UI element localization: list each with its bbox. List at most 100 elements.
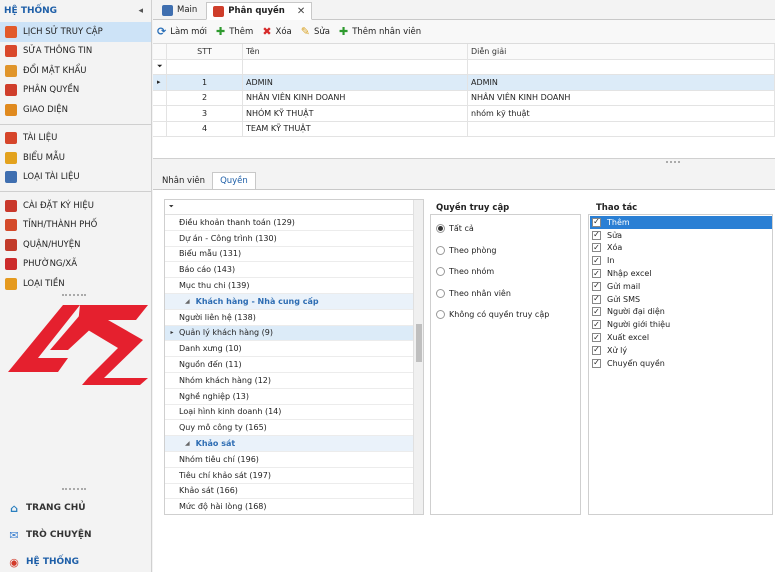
radio-icon[interactable] — [436, 245, 445, 255]
action-checkbox-row[interactable]: ✓ Người đại diện — [590, 306, 772, 319]
list-item[interactable]: ▸ Quản lý khách hàng (9) — [165, 325, 415, 342]
action-checkbox-row[interactable]: ✓ Nhập excel — [590, 267, 772, 280]
list-item[interactable]: Danh xưng (10) — [165, 341, 415, 358]
checkbox-icon[interactable]: ✓ — [592, 230, 601, 240]
action-checkbox-row[interactable]: ✓ Sửa — [590, 229, 772, 242]
list-item[interactable]: Dự án - Công trình (130) — [165, 231, 415, 247]
checkbox-icon[interactable]: ✓ — [592, 243, 601, 253]
checkbox-icon[interactable]: ✓ — [592, 256, 601, 266]
collapse-icon[interactable]: ◂ — [138, 6, 143, 16]
list-item[interactable]: Khảo sát (166) — [165, 484, 415, 500]
sidebar-item[interactable]: SỬA THÔNG TIN — [0, 42, 151, 62]
tree-filter-row[interactable]: ⏷ — [165, 200, 415, 215]
tree-item-label: Loại hình kinh doanh (14) — [179, 407, 282, 417]
access-radio-option[interactable]: Không có quyền truy cập — [436, 310, 549, 319]
access-radio-option[interactable]: Theo nhân viên — [436, 288, 511, 298]
list-item[interactable]: Nghề nghiệp (13) — [165, 389, 415, 405]
filter-cell[interactable] — [243, 59, 468, 75]
list-item[interactable]: Báo cáo (143) — [165, 262, 415, 279]
sidebar-item[interactable]: LOẠI TÀI LIỆU — [0, 168, 151, 188]
access-radio-option[interactable]: Theo phòng — [436, 245, 497, 255]
sidebar-item[interactable]: TÀI LIỆU — [0, 129, 151, 149]
splitter-handle-bottom[interactable] — [62, 488, 86, 492]
action-checkbox-row[interactable]: ✓ Xóa — [590, 242, 772, 255]
close-icon[interactable]: ✕ — [297, 6, 305, 17]
sidebar-item[interactable]: QUẬN/HUYỆN — [0, 235, 151, 255]
sidebar-item[interactable]: PHƯỜNG/XÃ — [0, 255, 151, 275]
access-radio-option[interactable]: Tất cả — [436, 224, 474, 233]
action-checkbox-row[interactable]: ✓ Xử lý — [590, 344, 772, 357]
nav-trang-chu[interactable]: ⌂ TRANG CHỦ — [0, 496, 152, 520]
edit-button[interactable]: ✎ Sửa — [301, 25, 330, 38]
nav-tro-chuyen[interactable]: ✉ TRÒ CHUYỆN — [0, 523, 152, 547]
column-header-dien-giai[interactable]: Diễn giải — [468, 44, 775, 60]
table-row[interactable]: 3 NHÓM KỸ THUẬT nhóm kỹ thuật — [153, 106, 775, 122]
tree-scrollbar[interactable] — [413, 200, 423, 514]
table-row[interactable]: ▸ 1 ADMIN ADMIN — [153, 75, 775, 91]
list-item[interactable]: Nhóm khách hàng (12) — [165, 373, 415, 389]
radio-icon[interactable] — [436, 288, 445, 298]
chat-icon: ✉ — [9, 528, 19, 542]
checkbox-icon[interactable]: ✓ — [592, 320, 601, 330]
access-radio-option[interactable]: Theo nhóm — [436, 267, 494, 276]
refresh-button[interactable]: ⟳ Làm mới — [157, 25, 207, 38]
list-item[interactable]: Loại hình kinh doanh (14) — [165, 405, 415, 421]
checkbox-icon[interactable]: ✓ — [592, 307, 601, 317]
checkbox-icon[interactable]: ✓ — [592, 269, 601, 279]
scroll-thumb[interactable] — [416, 324, 422, 362]
radio-icon[interactable] — [436, 224, 445, 233]
sidebar-item[interactable]: BIỂU MẪU — [0, 148, 151, 168]
list-item[interactable]: Nguồn đến (11) — [165, 357, 415, 373]
list-item[interactable]: Điều khoản thanh toán (129) — [165, 215, 415, 231]
action-checkbox-row[interactable]: ✓ Chuyển quyền — [590, 357, 772, 370]
column-header-ten[interactable]: Tên — [243, 44, 468, 60]
action-checkbox-row[interactable]: ✓ Gửi SMS — [590, 293, 772, 306]
checkbox-icon[interactable]: ✓ — [592, 294, 601, 304]
action-checkbox-row[interactable]: ✓ Gửi mail — [590, 280, 772, 293]
checkbox-icon[interactable]: ✓ — [592, 217, 601, 227]
table-row[interactable]: 2 NHÂN VIÊN KINH DOANH NHÂN VIÊN KINH DOAN… — [153, 90, 775, 106]
list-item[interactable]: Nhóm tiêu chí (196) — [165, 452, 415, 468]
sidebar-item[interactable]: CÀI ĐẶT KÝ HIỆU — [0, 196, 151, 216]
sidebar-item[interactable]: LỊCH SỬ TRUY CẬP — [0, 22, 151, 42]
filter-cell[interactable] — [167, 59, 243, 75]
add-button[interactable]: ✚ Thêm — [216, 25, 253, 38]
list-item[interactable]: Quy mô công ty (165) — [165, 420, 415, 437]
list-item[interactable]: Mục thu chi (139) — [165, 278, 415, 294]
sidebar-item[interactable]: LOẠI TIỀN — [0, 274, 151, 294]
splitter-handle[interactable] — [666, 161, 680, 165]
menu-icon — [5, 64, 17, 77]
column-header-stt[interactable]: STT — [167, 44, 243, 60]
radio-icon[interactable] — [436, 310, 445, 319]
list-item[interactable]: Biểu mẫu (131) — [165, 247, 415, 263]
action-checkbox-row[interactable]: ✓ Người giới thiệu — [590, 318, 772, 331]
tab-main[interactable]: Main — [155, 1, 204, 19]
sidebar-item[interactable]: TỈNH/THÀNH PHỐ — [0, 216, 151, 236]
sidebar-item[interactable]: ĐỔI MẬT KHẨU — [0, 61, 151, 81]
add-employee-button[interactable]: ✚ Thêm nhân viên — [339, 25, 421, 38]
action-checkbox-row[interactable]: ✓ Xuất excel — [590, 331, 772, 344]
sidebar-item[interactable]: GIAO DIỆN — [0, 100, 151, 120]
sidebar-item[interactable]: PHÂN QUYỀN — [0, 81, 151, 101]
tree-group-row[interactable]: ◢ Khảo sát — [165, 436, 415, 452]
action-checkbox-row[interactable]: ✓ In — [590, 254, 772, 267]
radio-icon[interactable] — [436, 267, 445, 276]
delete-button[interactable]: ✖ Xóa — [262, 25, 291, 38]
filter-cell[interactable] — [468, 59, 775, 75]
checkbox-icon[interactable]: ✓ — [592, 333, 601, 343]
tree-group-row[interactable]: ◢ Khách hàng - Nhà cung cấp — [165, 294, 415, 310]
action-checkbox-row[interactable]: ✓ Thêm — [590, 216, 772, 229]
list-item[interactable]: Tiêu chí khảo sát (197) — [165, 468, 415, 484]
filter-row[interactable]: ⏷ — [153, 59, 775, 75]
tab-quyen[interactable]: Quyền — [212, 172, 256, 190]
checkbox-icon[interactable]: ✓ — [592, 358, 601, 368]
checkbox-icon[interactable]: ✓ — [592, 345, 601, 355]
splitter-handle-top[interactable] — [62, 294, 86, 298]
table-row[interactable]: 4 TEAM KỸ THUẬT — [153, 121, 775, 137]
nav-he-thong[interactable]: ◉ HỆ THỐNG — [0, 550, 152, 572]
list-item[interactable]: Người liên hệ (138) — [165, 310, 415, 326]
list-item[interactable]: Mức độ hài lòng (168) — [165, 499, 415, 514]
tab-nhan-vien[interactable]: Nhân viên — [155, 172, 212, 190]
checkbox-icon[interactable]: ✓ — [592, 281, 601, 291]
tab-phan-quyen[interactable]: Phân quyền ✕ — [206, 2, 313, 20]
